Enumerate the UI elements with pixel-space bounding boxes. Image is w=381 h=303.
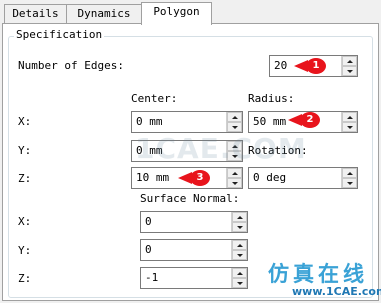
chevron-down-icon	[236, 281, 243, 285]
center-x-decrement-button[interactable]	[227, 122, 242, 132]
normal-x-label: X:	[18, 215, 32, 228]
center-z-increment-button[interactable]	[227, 168, 242, 178]
center-y-value[interactable]: 0 mm	[132, 141, 226, 161]
callout-marker-1: 1	[294, 57, 328, 78]
normal-y-increment-button[interactable]	[232, 240, 247, 250]
center-x-increment-button[interactable]	[227, 112, 242, 122]
normal-x-increment-button[interactable]	[232, 212, 247, 222]
brand-url: www.1CAE.com	[292, 285, 381, 298]
center-z-decrement-button[interactable]	[227, 178, 242, 188]
rotation-increment-button[interactable]	[342, 168, 357, 178]
normal-z-spinbox[interactable]: -1	[140, 267, 248, 289]
chevron-down-icon	[346, 125, 353, 129]
center-x-label: X:	[18, 115, 32, 128]
chevron-down-icon	[231, 154, 238, 158]
chevron-down-icon	[346, 181, 353, 185]
chevron-down-icon	[231, 125, 238, 129]
normal-z-label: Z:	[18, 272, 32, 285]
chevron-up-icon	[346, 115, 353, 119]
tab-polygon[interactable]: Polygon	[141, 2, 212, 25]
normal-x-decrement-button[interactable]	[232, 222, 247, 232]
edges-label: Number of Edges:	[18, 59, 124, 72]
chevron-up-icon	[346, 171, 353, 175]
callout-marker-3: 3	[178, 169, 212, 190]
chevron-up-icon	[236, 243, 243, 247]
radius-increment-button[interactable]	[342, 112, 357, 122]
chevron-down-icon	[236, 253, 243, 257]
normal-y-spinbox[interactable]: 0	[140, 239, 248, 261]
group-title: Specification	[14, 28, 105, 42]
chevron-up-icon	[231, 115, 238, 119]
radius-decrement-button[interactable]	[342, 122, 357, 132]
center-x-value[interactable]: 0 mm	[132, 112, 226, 132]
chevron-down-icon	[231, 181, 238, 185]
center-y-spinbox[interactable]: 0 mm	[131, 140, 243, 162]
center-y-label: Y:	[18, 144, 32, 157]
radius-header: Radius:	[248, 92, 295, 105]
rotation-spinbox[interactable]: 0 deg	[248, 167, 358, 189]
chevron-up-icon	[231, 171, 238, 175]
rotation-decrement-button[interactable]	[342, 178, 357, 188]
center-y-decrement-button[interactable]	[227, 151, 242, 161]
chevron-up-icon	[236, 271, 243, 275]
center-z-label: Z:	[18, 172, 32, 185]
rotation-header: Rotation:	[248, 144, 308, 157]
edges-increment-button[interactable]	[342, 56, 357, 66]
chevron-down-icon	[346, 69, 353, 73]
surface-normal-header: Surface Normal:	[140, 192, 240, 205]
normal-y-decrement-button[interactable]	[232, 250, 247, 260]
normal-z-decrement-button[interactable]	[232, 278, 247, 288]
chevron-up-icon	[231, 144, 238, 148]
edges-decrement-button[interactable]	[342, 66, 357, 76]
normal-x-value[interactable]: 0	[141, 212, 231, 232]
rotation-value[interactable]: 0 deg	[249, 168, 341, 188]
callout-number: 2	[306, 114, 314, 125]
center-y-increment-button[interactable]	[227, 141, 242, 151]
brand-logo-text: 仿真在线	[268, 262, 368, 286]
chevron-down-icon	[236, 225, 243, 229]
tab-dynamics[interactable]: Dynamics	[66, 4, 142, 23]
center-x-spinbox[interactable]: 0 mm	[131, 111, 243, 133]
normal-z-increment-button[interactable]	[232, 268, 247, 278]
callout-number: 1	[312, 60, 320, 71]
normal-y-value[interactable]: 0	[141, 240, 231, 260]
chevron-up-icon	[346, 59, 353, 63]
tab-details[interactable]: Details	[4, 4, 67, 23]
normal-x-spinbox[interactable]: 0	[140, 211, 248, 233]
normal-y-label: Y:	[18, 244, 32, 257]
callout-marker-2: 2	[288, 111, 322, 132]
callout-number: 3	[196, 172, 204, 183]
center-header: Center:	[131, 92, 178, 105]
chevron-up-icon	[236, 215, 243, 219]
normal-z-value[interactable]: -1	[141, 268, 231, 288]
